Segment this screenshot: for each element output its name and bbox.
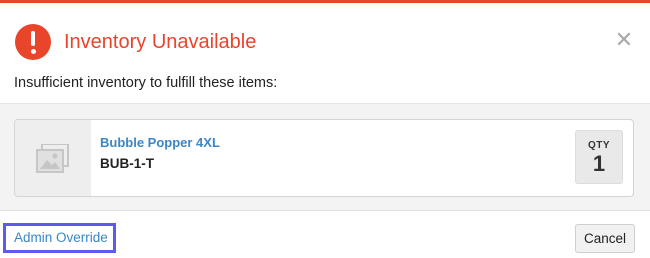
admin-override-link[interactable]: Admin Override: [3, 223, 116, 253]
qty-value: 1: [592, 151, 606, 176]
dialog-message: Insufficient inventory to fulfill these …: [14, 75, 278, 91]
list-item: Bubble Popper 4XL BUB-1-T QTY 1: [14, 119, 634, 197]
dialog-title: Inventory Unavailable: [64, 31, 257, 53]
image-placeholder-icon: [36, 144, 69, 173]
inventory-unavailable-dialog: Inventory Unavailable ✕ Insufficient inv…: [0, 0, 650, 258]
item-thumbnail: [15, 120, 91, 196]
item-sku: BUB-1-T: [100, 156, 154, 171]
alert-circle-icon: [15, 24, 51, 60]
quantity-badge: QTY 1: [575, 130, 623, 184]
close-icon[interactable]: ✕: [612, 28, 636, 52]
dialog-header: Inventory Unavailable ✕: [0, 6, 650, 66]
item-name-link[interactable]: Bubble Popper 4XL: [100, 135, 220, 151]
cancel-button[interactable]: Cancel: [575, 224, 635, 253]
dialog-footer: Admin Override Cancel: [0, 212, 650, 258]
unavailable-items-panel: Bubble Popper 4XL BUB-1-T QTY 1: [0, 103, 650, 211]
